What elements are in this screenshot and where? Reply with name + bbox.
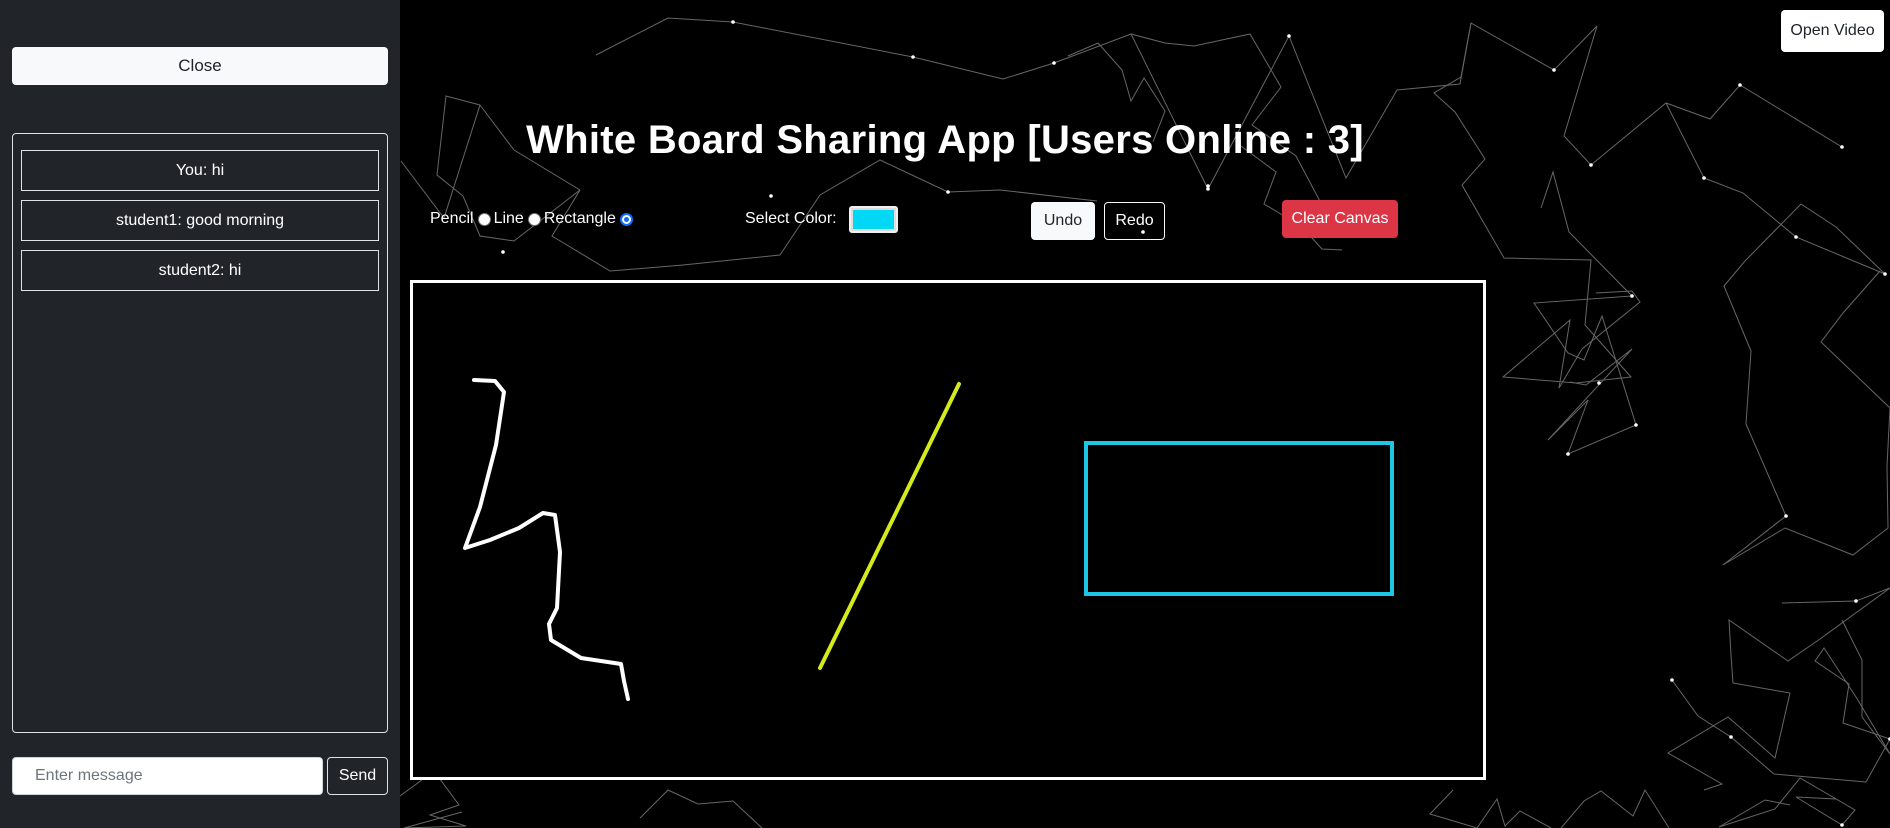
chat-message: You: hi — [21, 150, 379, 191]
chat-messages-panel: You: hi student1: good morning student2:… — [12, 133, 388, 733]
line-radio[interactable] — [527, 212, 541, 226]
close-button[interactable]: Close — [12, 47, 388, 85]
redo-button[interactable]: Redo — [1104, 202, 1165, 240]
chat-message: student1: good morning — [21, 200, 379, 241]
message-input[interactable] — [12, 757, 323, 795]
pencil-stroke — [463, 378, 630, 701]
open-video-button[interactable]: Open Video — [1781, 10, 1884, 52]
tool-label-pencil: Pencil — [430, 210, 474, 227]
line-stroke — [818, 382, 961, 670]
tool-selector: Pencil Line Rectangle — [430, 210, 636, 228]
color-picker[interactable] — [849, 206, 898, 233]
tool-label-rectangle: Rectangle — [543, 210, 616, 227]
select-color-label: Select Color: — [745, 210, 837, 227]
tool-label-line: Line — [493, 210, 524, 227]
color-swatch — [853, 210, 894, 229]
rectangle-radio[interactable] — [619, 212, 633, 226]
send-button[interactable]: Send — [327, 757, 388, 795]
pencil-radio[interactable] — [477, 212, 491, 226]
rectangle-stroke — [1084, 441, 1394, 596]
whiteboard-canvas[interactable] — [410, 280, 1486, 780]
page-title: White Board Sharing App [Users Online : … — [526, 118, 1364, 162]
undo-button[interactable]: Undo — [1031, 202, 1095, 240]
clear-canvas-button[interactable]: Clear Canvas — [1282, 200, 1398, 238]
chat-sidebar: Close You: hi student1: good morning stu… — [0, 0, 400, 828]
chat-message: student2: hi — [21, 250, 379, 291]
